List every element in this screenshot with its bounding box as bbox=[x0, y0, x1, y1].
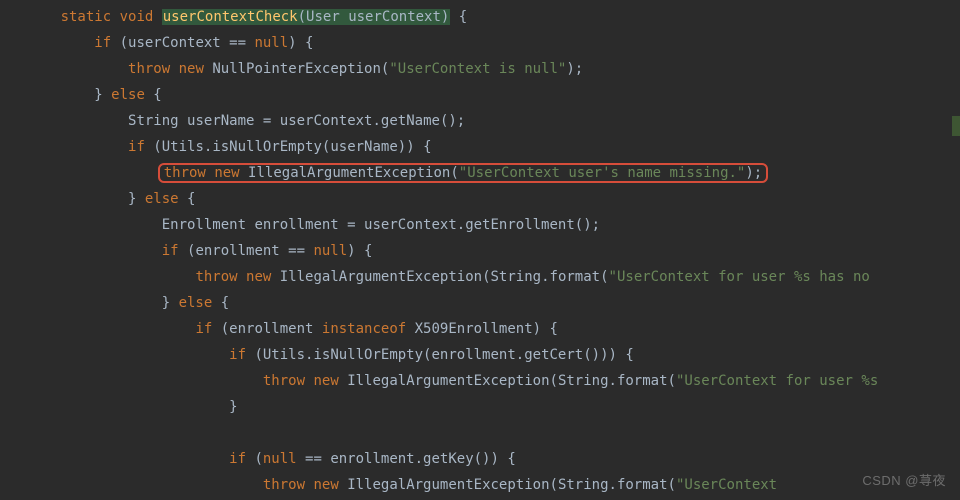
code-line: } else { bbox=[10, 295, 229, 311]
code-line: } else { bbox=[10, 191, 195, 207]
code-line: if (Utils.isNullOrEmpty(userName)) { bbox=[10, 139, 432, 155]
method-declaration: userContextCheck(User userContext) bbox=[162, 9, 451, 25]
code-line: Enrollment enrollment = userContext.getE… bbox=[10, 217, 600, 233]
gutter-change-marker bbox=[952, 116, 960, 136]
highlighted-throw-line: throw new IllegalArgumentException("User… bbox=[158, 163, 769, 183]
code-line: if (enrollment instanceof X509Enrollment… bbox=[10, 321, 558, 337]
code-line: if (enrollment == null) { bbox=[10, 243, 372, 259]
keyword-void: void bbox=[120, 9, 154, 25]
code-line: if (userContext == null) { bbox=[10, 35, 313, 51]
code-line: throw new NullPointerException("UserCont… bbox=[10, 61, 583, 77]
code-line: throw new IllegalArgumentException(Strin… bbox=[10, 373, 878, 389]
code-line: static void userContextCheck(User userCo… bbox=[10, 9, 467, 25]
code-line: } bbox=[10, 399, 238, 415]
code-line: throw new IllegalArgumentException("User… bbox=[10, 165, 768, 181]
code-editor[interactable]: static void userContextCheck(User userCo… bbox=[0, 0, 960, 498]
watermark-text: CSDN @荨夜 bbox=[862, 468, 946, 494]
code-line: throw new IllegalArgumentException(Strin… bbox=[10, 477, 777, 493]
code-line: throw new IllegalArgumentException(Strin… bbox=[10, 269, 870, 285]
code-line: } else { bbox=[10, 87, 162, 103]
code-line: if (null == enrollment.getKey()) { bbox=[10, 451, 516, 467]
code-line: String userName = userContext.getName(); bbox=[10, 113, 465, 129]
keyword-static: static bbox=[61, 9, 112, 25]
code-line: if (Utils.isNullOrEmpty(enrollment.getCe… bbox=[10, 347, 634, 363]
code-line bbox=[10, 425, 18, 441]
